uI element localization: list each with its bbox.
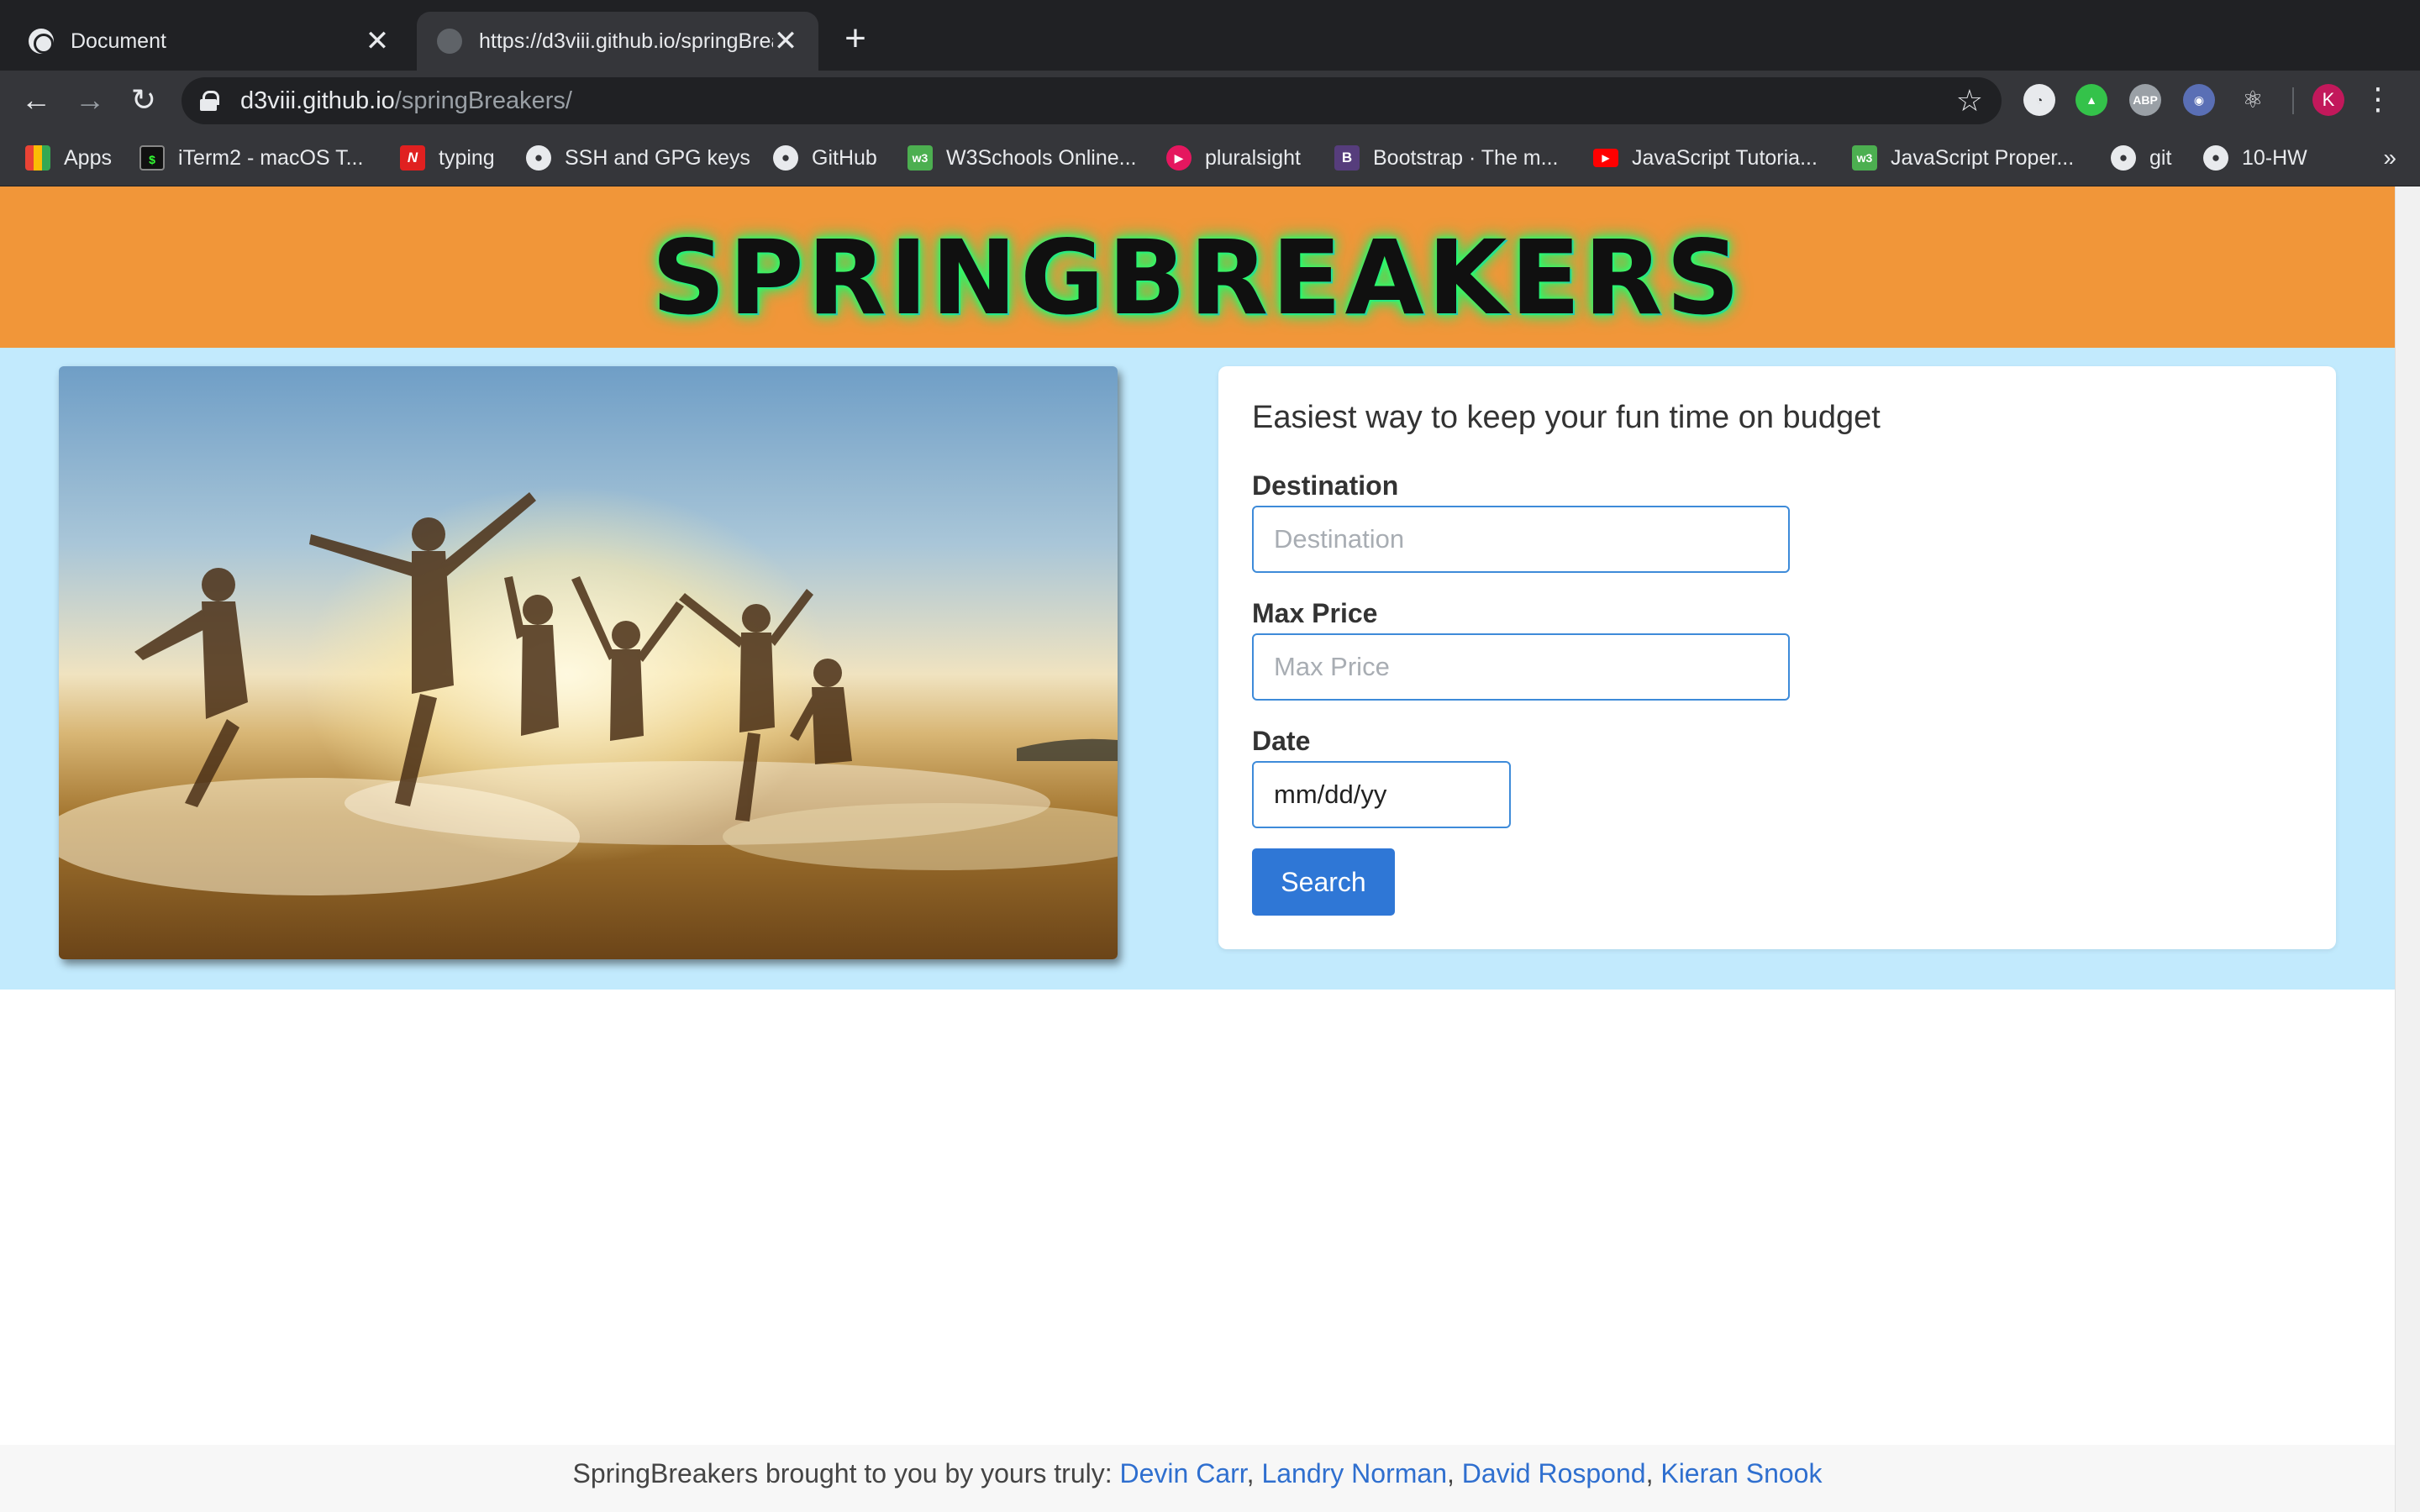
bookmarks-bar: Apps $ iTerm2 - macOS T... N typing ● SS… [0, 129, 2420, 186]
browser-menu-icon[interactable]: ⋮ [2363, 84, 2393, 114]
site-logo: SPRINGBREAKERS [651, 218, 1744, 338]
url-host: d3viii.github.io [240, 87, 395, 114]
author-link-kieran-snook[interactable]: Kieran Snook [1660, 1458, 1822, 1488]
pluralsight-icon: ▶ [1166, 145, 1192, 171]
n-logo-icon: N [400, 145, 425, 171]
toolbar-separator [2292, 87, 2294, 114]
page-content: SPRINGBREAKERS Easiest way to keep your … [0, 186, 2395, 1512]
card-title: Easiest way to keep your fun time on bud… [1252, 400, 1881, 435]
github-icon: ● [526, 145, 551, 171]
github-icon: ● [773, 145, 798, 171]
bookmark-ssh-gpg[interactable]: ● SSH and GPG keys [526, 141, 750, 175]
page-scrollbar[interactable] [2395, 186, 2420, 1512]
github-icon: ● [2203, 145, 2228, 171]
max-price-input[interactable] [1252, 633, 1790, 701]
footer-separator: , [1246, 1458, 1262, 1488]
bookmark-git[interactable]: ● git [2111, 141, 2171, 175]
search-card: Easiest way to keep your fun time on bud… [1218, 366, 2336, 949]
profile-avatar[interactable]: K [2312, 84, 2344, 116]
reload-icon[interactable]: ↻ [126, 82, 161, 118]
bookmark-bootstrap[interactable]: B Bootstrap · The m... [1334, 141, 1558, 175]
destination-label: Destination [1252, 470, 1399, 501]
back-arrow-icon[interactable]: ← [18, 82, 54, 118]
site-header: SPRINGBREAKERS [0, 186, 2395, 348]
react-devtools-icon[interactable]: ⚛ [2237, 84, 2269, 116]
eyes-extension-icon[interactable]: ◉ [2183, 84, 2215, 116]
tab-title: https://d3viii.github.io/springBreakers/ [479, 29, 773, 53]
site-footer: SpringBreakers brought to you by yours t… [0, 1445, 2395, 1512]
bookmark-javascript-tutorial[interactable]: ▶ JavaScript Tutoria... [1593, 141, 1818, 175]
apps-grid-icon [25, 145, 50, 171]
author-link-landry-norman[interactable]: Landry Norman [1261, 1458, 1447, 1488]
extension-icon[interactable]: ◔ [2023, 84, 2055, 116]
bookmark-star-icon[interactable]: ☆ [1956, 84, 1983, 118]
footer-separator: , [1645, 1458, 1661, 1488]
bookmark-apps[interactable]: Apps [25, 141, 112, 175]
author-link-david-rospond[interactable]: David Rospond [1462, 1458, 1646, 1488]
github-icon: ● [2111, 145, 2136, 171]
bookmark-typing[interactable]: N typing [400, 141, 495, 175]
destination-input[interactable] [1252, 506, 1790, 573]
forward-arrow-icon[interactable]: → [72, 82, 108, 118]
author-link-devin-carr[interactable]: Devin Carr [1120, 1458, 1247, 1488]
close-tab-icon[interactable]: ✕ [365, 24, 390, 58]
globe-icon [29, 29, 54, 54]
new-tab-button[interactable]: + [837, 20, 874, 57]
bookmark-pluralsight[interactable]: ▶ pluralsight [1166, 141, 1301, 175]
hero-section: Easiest way to keep your fun time on bud… [0, 348, 2395, 990]
footer-separator: , [1446, 1458, 1462, 1488]
more-bookmarks-icon[interactable]: » [2383, 141, 2396, 175]
tab-document[interactable]: Document ✕ [8, 12, 410, 71]
thumbs-up-extension-icon[interactable]: ▲ [2075, 84, 2107, 116]
bookmark-github[interactable]: ● GitHub [773, 141, 877, 175]
url-path: /springBreakers/ [394, 87, 572, 114]
date-label: Date [1252, 726, 1311, 756]
max-price-label: Max Price [1252, 598, 1378, 628]
youtube-icon: ▶ [1593, 149, 1618, 167]
tab-bar: Document ✕ https://d3viii.github.io/spri… [0, 0, 2420, 71]
tab-title: Document [71, 29, 166, 53]
bookmark-w3schools[interactable]: w3 W3Schools Online... [908, 141, 1137, 175]
lock-icon [200, 91, 219, 111]
w3schools-icon: w3 [908, 145, 933, 171]
beach-silhouettes [59, 492, 1118, 895]
tab-springbreakers[interactable]: https://d3viii.github.io/springBreakers/… [417, 12, 818, 71]
footer-credit-prefix: SpringBreakers brought to you by yours t… [572, 1458, 1120, 1488]
close-tab-icon[interactable]: ✕ [773, 24, 798, 58]
bootstrap-icon: B [1334, 145, 1360, 171]
adblock-icon[interactable]: ABP [2129, 84, 2161, 116]
browser-toolbar: ← → ↻ d3viii.github.io/springBreakers/ ☆… [0, 71, 2420, 129]
date-input[interactable]: mm/dd/yy [1252, 761, 1511, 828]
bookmark-iterm2[interactable]: $ iTerm2 - macOS T... [139, 141, 363, 175]
beach-photo [59, 366, 1118, 959]
bookmark-10-hw[interactable]: ● 10-HW [2203, 141, 2307, 175]
search-button[interactable]: Search [1252, 848, 1395, 916]
terminal-icon: $ [139, 145, 165, 171]
bookmark-javascript-properties[interactable]: w3 JavaScript Proper... [1852, 141, 2074, 175]
w3schools-icon: w3 [1852, 145, 1877, 171]
globe-icon [437, 29, 462, 54]
address-bar[interactable]: d3viii.github.io/springBreakers/ ☆ [182, 77, 2002, 124]
